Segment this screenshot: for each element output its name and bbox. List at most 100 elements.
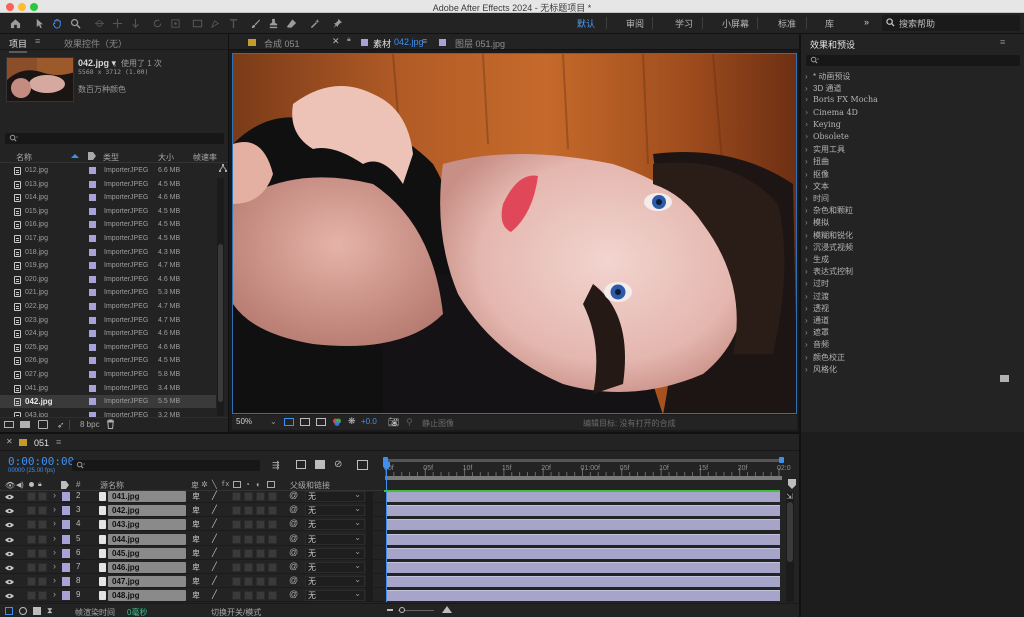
workspace-standard[interactable]: 标准 <box>778 17 796 30</box>
effects-category[interactable]: › 模糊和锐化 <box>805 230 853 241</box>
tab-composition[interactable]: 合成 051 <box>264 37 300 50</box>
shy-switch-icon[interactable]: 卑 <box>192 548 200 559</box>
solo-toggle[interactable] <box>27 548 36 558</box>
type-tool-icon[interactable] <box>226 15 240 31</box>
switch-frame-blend-icon[interactable] <box>233 481 241 488</box>
parent-dropdown[interactable]: 无 <box>305 518 365 531</box>
effects-category[interactable]: › * 动画预设 <box>805 71 850 82</box>
fit-icon[interactable] <box>284 418 294 426</box>
solo-toggle[interactable] <box>27 534 36 544</box>
label-color-swatch[interactable] <box>89 357 96 365</box>
panel-divider[interactable] <box>228 34 229 432</box>
project-file-row[interactable]: 017.jpg ImporterJPEG 4.5 MB <box>0 232 216 245</box>
video-visibility-icon[interactable]: 👁︎ <box>5 481 15 490</box>
solo-toggle[interactable] <box>27 591 36 601</box>
layer-duration-bar[interactable] <box>387 491 780 502</box>
timeline-scrollbar-thumb[interactable] <box>787 502 793 562</box>
zoom-tool-icon[interactable] <box>68 15 82 31</box>
label-color-swatch[interactable] <box>89 289 96 297</box>
label-color-swatch[interactable] <box>89 330 96 338</box>
project-scrollbar-thumb[interactable] <box>218 244 223 402</box>
frame-blend-switch[interactable] <box>244 563 253 572</box>
layer-duration-bar[interactable] <box>387 562 780 573</box>
frame-blend-switch[interactable] <box>244 534 253 544</box>
frame-blend-switch[interactable] <box>244 492 253 501</box>
layer-duration-bar[interactable] <box>387 590 780 602</box>
eye-icon[interactable] <box>5 522 14 528</box>
layer-label-swatch[interactable] <box>62 548 70 558</box>
lock-toggle[interactable] <box>38 591 47 601</box>
timeline-layer-row[interactable]: › 8 047.jpg 卑 ╱ @ 无 <box>0 575 383 589</box>
effects-search-input[interactable] <box>806 55 1020 66</box>
timeline-search-input[interactable] <box>72 460 260 471</box>
layer-switches-icon[interactable] <box>5 607 13 615</box>
timeline-menu-icon[interactable]: ≡ <box>56 437 61 447</box>
timeline-layer-row[interactable]: › 6 045.jpg 卑 ╱ @ 无 <box>0 547 383 560</box>
quality-switch-icon[interactable]: ╱ <box>212 548 217 557</box>
layer-label-swatch[interactable] <box>62 492 70 501</box>
project-file-row[interactable]: 027.jpg ImporterJPEG 5.8 MB <box>0 368 216 381</box>
3d-layer-switch[interactable] <box>268 577 277 587</box>
project-file-row[interactable]: 012.jpg ImporterJPEG 6.6 MB <box>0 164 216 177</box>
fx-switch[interactable] <box>232 563 241 572</box>
zoom-dropdown[interactable]: 50% <box>236 417 252 426</box>
effects-category[interactable]: › 过时 <box>805 278 829 289</box>
lock-icon[interactable]: 🔒︎ <box>347 36 351 44</box>
solo-toggle[interactable] <box>27 520 36 530</box>
zoom-chevron-icon[interactable]: ⌄ <box>270 417 277 426</box>
workspace-small-screen[interactable]: 小屏幕 <box>722 17 749 30</box>
parent-dropdown[interactable]: 无 <box>305 533 365 545</box>
motion-blur-switch[interactable] <box>256 492 265 501</box>
label-tag-icon[interactable] <box>88 152 96 162</box>
timeline-layer-row[interactable]: › 2 041.jpg 卑 ╱ @ 无 <box>0 490 383 503</box>
timeline-layer-row[interactable]: › 7 046.jpg 卑 ╱ @ 无 <box>0 561 383 574</box>
lock-icon[interactable]: 🔒︎ <box>38 481 42 489</box>
eye-icon[interactable] <box>5 565 14 571</box>
zoom-in-icon[interactable] <box>442 606 452 613</box>
dolly-camera-icon[interactable] <box>128 15 142 31</box>
effects-category[interactable]: › 通道 <box>805 315 829 326</box>
effects-category[interactable]: › Keying <box>805 120 841 129</box>
layer-duration-bar[interactable] <box>387 505 780 517</box>
lock-toggle[interactable] <box>38 506 47 516</box>
close-timeline-icon[interactable]: ✕ <box>6 437 13 446</box>
exposure-icon[interactable]: ❋ <box>348 416 356 427</box>
motion-blur-switch[interactable] <box>256 548 265 558</box>
project-file-row[interactable]: 015.jpg ImporterJPEG 4.5 MB <box>0 205 216 218</box>
label-color-swatch[interactable] <box>89 207 96 215</box>
project-file-row[interactable]: 043.jpg ImporterJPEG 3.2 MB <box>0 409 216 417</box>
tab-effect-controls[interactable]: 效果控件（无） <box>64 37 127 50</box>
expand-chevron-icon[interactable]: › <box>53 547 56 557</box>
comp-mini-flowchart-icon[interactable]: ⇶ <box>272 460 280 471</box>
layer-source-name[interactable]: 044.jpg <box>108 533 186 545</box>
parent-dropdown[interactable]: 无 <box>305 547 365 559</box>
project-search-input[interactable] <box>5 133 224 144</box>
expand-chevron-icon[interactable]: › <box>53 575 56 585</box>
shy-switch-icon[interactable]: 卑 <box>192 590 200 601</box>
frame-blend-switch[interactable] <box>244 520 253 530</box>
effects-category[interactable]: › 文本 <box>805 181 829 192</box>
frame-blend-switch[interactable] <box>244 548 253 558</box>
switch-adjustment-icon[interactable]: ◐ <box>256 480 261 489</box>
solo-icon[interactable] <box>29 482 34 487</box>
tab-layer[interactable]: 图层 051.jpg <box>455 37 505 50</box>
frame-blending-icon[interactable]: ⊘ <box>334 459 342 470</box>
panel-divider[interactable] <box>799 34 801 617</box>
frame-blend-switch[interactable] <box>244 577 253 587</box>
parent-dropdown[interactable]: 无 <box>305 504 365 517</box>
project-file-row[interactable]: 018.jpg ImporterJPEG 4.3 MB <box>0 246 216 259</box>
show-snapshot-icon[interactable]: ⚲ <box>406 417 413 428</box>
comp-button-icon[interactable]: ⇲ <box>786 492 793 501</box>
solo-toggle[interactable] <box>27 577 36 587</box>
quality-switch-icon[interactable]: ╱ <box>212 491 217 500</box>
project-file-row[interactable]: 022.jpg ImporterJPEG 4.7 MB <box>0 300 216 313</box>
pick-whip-icon[interactable]: @ <box>289 561 298 571</box>
label-color-swatch[interactable] <box>89 384 96 392</box>
layer-duration-bar[interactable] <box>387 533 780 545</box>
column-size[interactable]: 大小 <box>158 152 174 163</box>
fx-switch[interactable] <box>232 534 241 544</box>
3d-layer-switch[interactable] <box>268 591 277 601</box>
switch-motion-blur-icon[interactable]: ◔ <box>245 480 250 489</box>
effects-category[interactable]: › 时间 <box>805 193 829 204</box>
project-file-row[interactable]: 025.jpg ImporterJPEG 4.6 MB <box>0 341 216 354</box>
